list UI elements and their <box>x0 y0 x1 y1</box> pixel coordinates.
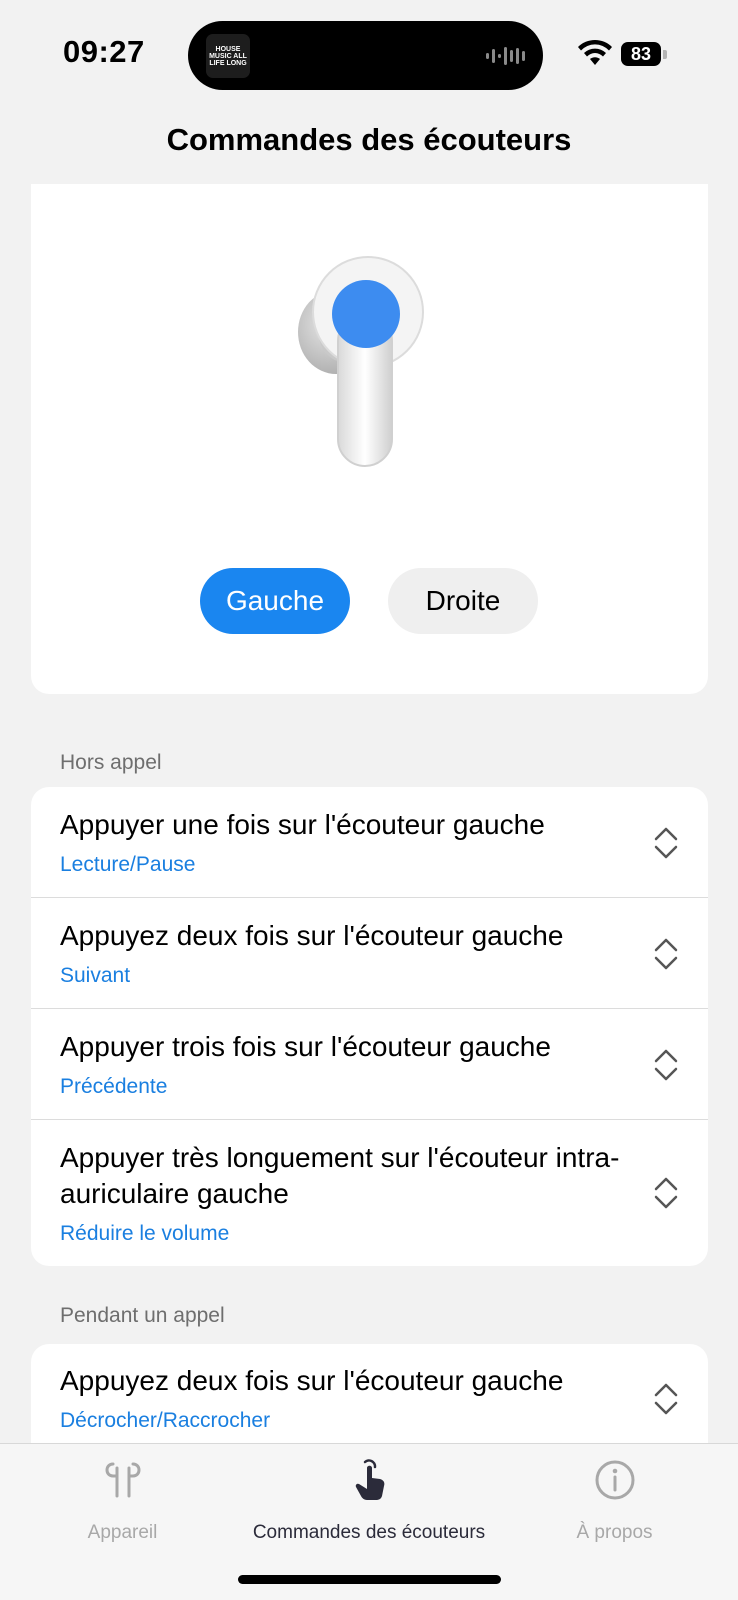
control-row-long-press[interactable]: Appuyer très longuement sur l'écouteur i… <box>31 1120 708 1266</box>
chevron-up-down-icon <box>654 938 678 970</box>
control-row-triple-tap[interactable]: Appuyer trois fois sur l'écouteur gauche… <box>31 1009 708 1120</box>
tab-label: Commandes des écouteurs <box>252 1522 486 1543</box>
right-earbud-button[interactable]: Droite <box>388 568 538 634</box>
earbuds-icon <box>105 1462 140 1498</box>
row-title: Appuyer très longuement sur l'écouteur i… <box>60 1142 620 1209</box>
row-value: Décrocher/Raccrocher <box>60 1409 271 1432</box>
status-time: 09:27 <box>63 34 145 69</box>
audio-waveform-icon <box>486 46 525 66</box>
app-screen: 09:27 HOUSE MUSIC ALL LIFE LONG 83 Comma… <box>0 0 738 1600</box>
tab-label: À propos <box>576 1522 653 1543</box>
hors-appel-card: Appuyer une fois sur l'écouteur gauche L… <box>31 787 708 1266</box>
home-indicator[interactable] <box>238 1575 501 1584</box>
chevron-up-down-icon <box>654 1177 678 1209</box>
battery-cap <box>663 50 667 59</box>
row-value: Lecture/Pause <box>60 853 196 876</box>
control-row-call-double-tap[interactable]: Appuyez deux fois sur l'écouteur gauche … <box>31 1344 708 1455</box>
album-art-thumbnail: HOUSE MUSIC ALL LIFE LONG <box>206 34 250 78</box>
row-title: Appuyez deux fois sur l'écouteur gauche <box>60 1365 564 1396</box>
control-row-double-tap[interactable]: Appuyez deux fois sur l'écouteur gauche … <box>31 898 708 1009</box>
chevron-up-down-icon <box>654 1383 678 1415</box>
tab-a-propos[interactable]: À propos <box>522 1444 707 1564</box>
row-title: Appuyez deux fois sur l'écouteur gauche <box>60 920 564 951</box>
tab-label: Appareil <box>87 1522 158 1543</box>
row-value: Réduire le volume <box>60 1222 230 1245</box>
page-title: Commandes des écouteurs <box>166 122 572 157</box>
wifi-icon <box>578 39 612 65</box>
tab-commandes[interactable]: Commandes des écouteurs <box>240 1444 498 1564</box>
row-value: Suivant <box>60 964 131 987</box>
tap-hand-icon <box>355 1459 385 1500</box>
tab-appareil[interactable]: Appareil <box>30 1444 215 1564</box>
left-earbud-button[interactable]: Gauche <box>200 568 350 634</box>
row-title: Appuyer trois fois sur l'écouteur gauche <box>60 1031 551 1062</box>
row-value: Précédente <box>60 1075 168 1098</box>
section-header-pendant-appel: Pendant un appel <box>60 1304 225 1327</box>
earbud-illustration <box>298 256 424 467</box>
earbud-preview-card: Gauche Droite <box>31 184 708 694</box>
row-title: Appuyer une fois sur l'écouteur gauche <box>60 809 545 840</box>
info-icon <box>595 1460 634 1500</box>
control-row-single-tap[interactable]: Appuyer une fois sur l'écouteur gauche L… <box>31 787 708 898</box>
chevron-up-down-icon <box>654 827 678 859</box>
dynamic-island[interactable]: HOUSE MUSIC ALL LIFE LONG <box>188 21 543 90</box>
section-header-hors-appel: Hors appel <box>60 751 162 774</box>
battery-indicator: 83 <box>621 42 661 66</box>
chevron-up-down-icon <box>654 1049 678 1081</box>
status-bar: 09:27 HOUSE MUSIC ALL LIFE LONG 83 <box>0 0 738 110</box>
